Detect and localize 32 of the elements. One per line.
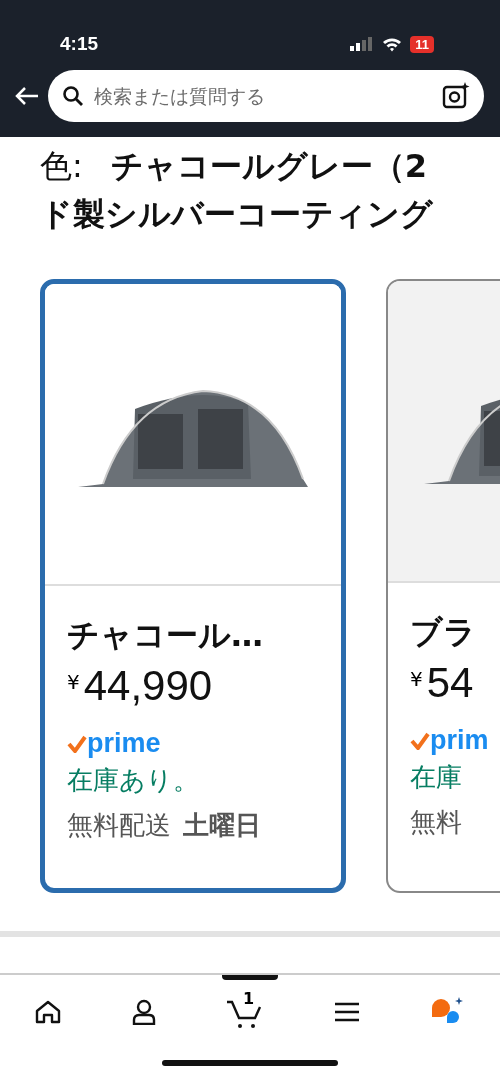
currency-symbol: ¥ xyxy=(410,666,423,691)
wifi-icon xyxy=(382,36,403,52)
price: 54 xyxy=(426,659,474,707)
search-field[interactable]: 検索または質問する xyxy=(48,70,484,122)
signal-icon xyxy=(350,37,375,51)
color-option-card[interactable]: チャコール… ¥44,990 prime 在庫あり。 無料配送 土曜日 xyxy=(40,279,346,893)
cart-count: 1 xyxy=(242,989,255,1008)
person-icon[interactable] xyxy=(131,999,156,1025)
search-icon xyxy=(62,85,84,107)
back-arrow-icon[interactable] xyxy=(14,86,40,106)
option-title: ブラ xyxy=(410,612,477,653)
stock-status: 在庫あり。 xyxy=(67,764,200,797)
prime-logo: prime xyxy=(87,728,161,759)
menu-icon[interactable] xyxy=(334,1002,361,1022)
color-option-card[interactable]: ブラ ¥54 prim 在庫 無料 xyxy=(386,279,500,893)
price: 44,990 xyxy=(83,662,213,710)
shipping-text: 無料 xyxy=(410,806,462,839)
color-label: 色: xyxy=(40,146,83,187)
camera-icon[interactable] xyxy=(442,82,470,110)
check-icon xyxy=(410,731,430,750)
stock-status: 在庫 xyxy=(410,761,463,794)
color-name: ド製シルバーコーティング xyxy=(40,194,433,235)
currency-symbol: ¥ xyxy=(67,669,80,694)
battery-level: 11 xyxy=(410,35,434,53)
option-title: チャコール… xyxy=(67,615,264,656)
check-icon xyxy=(67,734,87,753)
shipping-text: 無料配送 xyxy=(67,809,171,842)
delivery-day: 土曜日 xyxy=(183,808,261,843)
status-time: 4:15 xyxy=(60,33,99,55)
color-name: チャコールグレー（2 xyxy=(110,146,428,187)
home-icon[interactable] xyxy=(35,1000,62,1024)
prime-logo: prim xyxy=(430,725,489,756)
